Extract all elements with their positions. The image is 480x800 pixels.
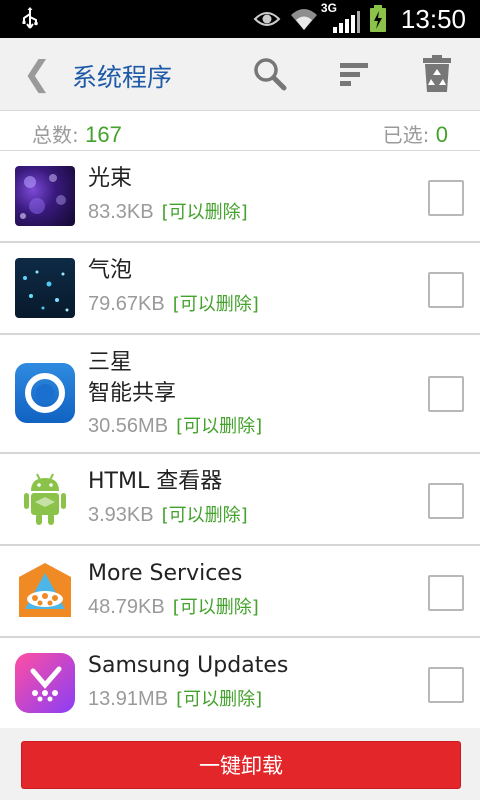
app-icon-html-viewer: [15, 469, 75, 529]
smart-share-icon: [25, 373, 65, 413]
signal-3g: 3G: [321, 1, 361, 35]
app-meta: 83.3KB [可以删除]: [88, 199, 248, 226]
search-icon: [254, 58, 287, 91]
app-meta: 30.56MB [可以删除]: [88, 413, 262, 440]
app-meta: 13.91MB [可以删除]: [88, 686, 262, 713]
app-list: 光束 83.3KB [可以删除] 气泡 79.67KB [可以删除] 三星 智能…: [0, 151, 480, 728]
recycle-bin-button[interactable]: [417, 54, 457, 94]
wifi-icon: [290, 9, 317, 30]
one-click-uninstall-button[interactable]: 一键卸载: [21, 741, 461, 789]
selected-value: 0: [435, 122, 448, 147]
list-item[interactable]: 光束 83.3KB [可以删除]: [0, 151, 480, 243]
app-size: 30.56MB: [88, 415, 169, 437]
android-icon: [24, 473, 66, 525]
recycle-bin-icon: [423, 55, 451, 92]
back-button[interactable]: ❮: [22, 54, 52, 94]
select-checkbox[interactable]: [428, 180, 464, 216]
select-checkbox[interactable]: [428, 483, 464, 519]
removable-tag: [可以删除]: [172, 597, 259, 618]
app-name-line-2: 智能共享: [88, 381, 177, 406]
page-title: 系统程序: [72, 63, 173, 92]
more-services-icon: [19, 563, 71, 617]
total-value: 167: [85, 122, 122, 147]
bottom-bar: 一键卸载: [0, 728, 480, 800]
removable-tag: [可以删除]: [172, 294, 259, 315]
list-item[interactable]: HTML 查看器 3.93KB [可以删除]: [0, 454, 480, 546]
app-icon-more-services: [15, 561, 75, 621]
samsung-updates-icon: [30, 666, 62, 702]
back-icon: ❮: [22, 54, 52, 94]
app-icon-samsung-updates: [15, 653, 75, 713]
summary-bar: 总数: 167 已选: 0: [0, 111, 480, 151]
select-checkbox[interactable]: [428, 667, 464, 703]
app-name: More Services: [88, 561, 243, 586]
clock: 13:50: [400, 3, 466, 34]
app-size: 79.67KB: [88, 293, 165, 315]
app-name: Samsung Updates: [88, 653, 289, 678]
app-name: 气泡: [88, 258, 133, 283]
action-bar: ❮ 系统程序: [0, 38, 480, 111]
app-name-line-1: 三星: [88, 350, 133, 375]
select-checkbox[interactable]: [428, 376, 464, 412]
list-item[interactable]: More Services 48.79KB [可以删除]: [0, 546, 480, 638]
light-beam-icon: [20, 174, 66, 219]
app-icon-bubbles: [15, 258, 75, 318]
app-size: 48.79KB: [88, 596, 165, 618]
app-size: 3.93KB: [88, 504, 154, 526]
battery-charging-icon: [369, 5, 386, 32]
eye-icon: [253, 12, 281, 26]
list-item[interactable]: 三星 智能共享 30.56MB [可以删除]: [0, 335, 480, 454]
removable-tag: [可以删除]: [176, 689, 263, 710]
selected-count: 已选: 0: [383, 119, 448, 148]
app-meta: 48.79KB [可以删除]: [88, 594, 259, 621]
total-count: 总数: 167: [32, 119, 122, 148]
app-icon-light-beam: [15, 166, 75, 226]
app-meta: 3.93KB [可以删除]: [88, 502, 248, 529]
select-checkbox[interactable]: [428, 575, 464, 611]
sort-button[interactable]: [334, 54, 374, 94]
signal-icon: [332, 11, 360, 33]
search-button[interactable]: [250, 54, 290, 94]
removable-tag: [可以删除]: [161, 505, 248, 526]
select-checkbox[interactable]: [428, 272, 464, 308]
status-bar: 3G 13:50: [0, 0, 480, 38]
app-meta: 79.67KB [可以删除]: [88, 291, 259, 318]
bubbles-icon: [23, 270, 69, 312]
app-icon-smart-share: [15, 363, 75, 423]
sort-icon: [340, 63, 368, 86]
selected-label: 已选:: [382, 123, 436, 147]
usb-icon: [22, 7, 38, 29]
list-item[interactable]: Samsung Updates 13.91MB [可以删除]: [0, 638, 480, 728]
app-name: HTML 查看器: [88, 469, 223, 494]
app-size: 13.91MB: [88, 688, 169, 710]
removable-tag: [可以删除]: [176, 416, 263, 437]
app-name: 光束: [88, 166, 133, 191]
removable-tag: [可以删除]: [161, 202, 248, 223]
total-label: 总数:: [32, 123, 86, 147]
app-size: 83.3KB: [88, 201, 154, 223]
list-item[interactable]: 气泡 79.67KB [可以删除]: [0, 243, 480, 335]
